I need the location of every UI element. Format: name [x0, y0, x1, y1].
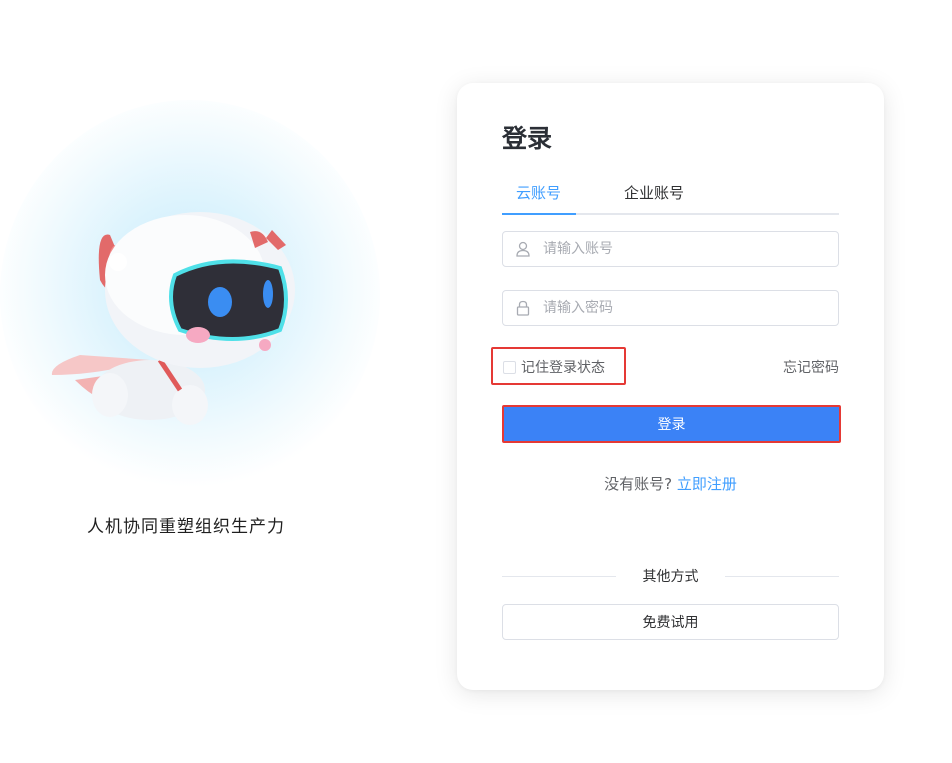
forgot-password-link[interactable]: 忘记密码	[783, 357, 839, 377]
tab-cloud-account[interactable]: 云账号	[516, 179, 561, 207]
checkbox-box[interactable]	[503, 361, 516, 374]
free-trial-button[interactable]: 免费试用	[502, 604, 839, 640]
hero-tagline: 人机协同重塑组织生产力	[87, 517, 285, 537]
login-page: 人机协同重塑组织生产力 登录 云账号 企业账号 请输入账号 记住登录状态 忘记密…	[0, 0, 952, 763]
robot-mascot-image	[51, 212, 295, 425]
divider-line-right	[725, 576, 839, 577]
lock-icon	[503, 291, 543, 325]
login-button[interactable]: 登录	[502, 405, 841, 443]
login-tabs: 云账号 企业账号	[502, 179, 839, 215]
register-prompt: 没有账号? 立即注册	[502, 473, 839, 494]
password-input[interactable]	[543, 293, 838, 323]
password-field[interactable]	[502, 290, 839, 326]
login-title: 登录	[502, 124, 553, 153]
user-icon	[503, 232, 543, 266]
register-link[interactable]: 立即注册	[677, 475, 737, 493]
username-input[interactable]	[543, 234, 838, 264]
login-card: 登录 云账号 企业账号 请输入账号 记住登录状态 忘记密码 登录 没有账号? 立…	[457, 83, 884, 690]
other-methods-label: 其他方式	[642, 569, 699, 585]
remember-login-checkbox[interactable]: 记住登录状态	[491, 347, 626, 385]
other-methods-divider: 其他方式	[502, 567, 839, 587]
remember-login-label: 记住登录状态	[521, 360, 605, 376]
active-tab-indicator	[502, 213, 576, 215]
register-prompt-text: 没有账号?	[604, 475, 673, 493]
hero-illustration	[0, 100, 380, 500]
username-field[interactable]	[502, 231, 839, 267]
tab-enterprise-account[interactable]: 企业账号	[624, 179, 684, 207]
